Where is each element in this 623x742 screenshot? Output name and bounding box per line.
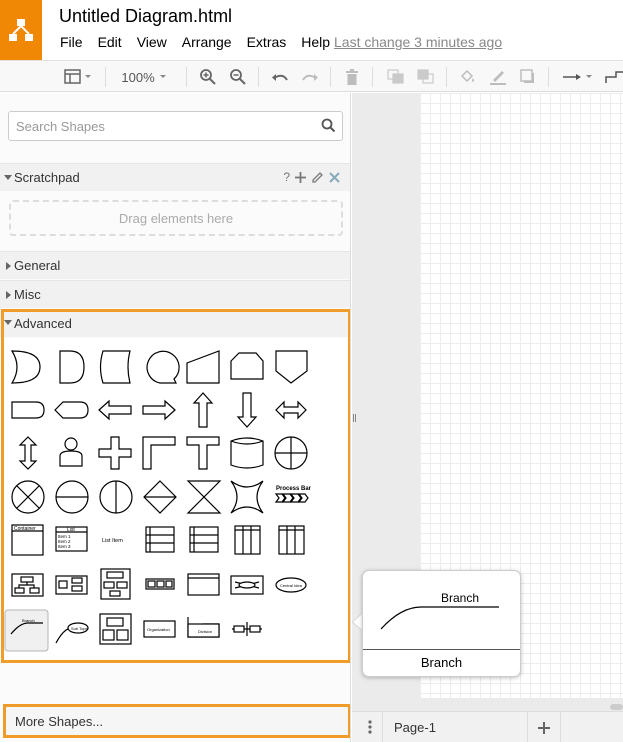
page-tab[interactable]: Page-1: [382, 712, 528, 742]
undo-icon: [272, 74, 288, 81]
zoom-out-button[interactable]: [226, 65, 250, 89]
menu-file[interactable]: File: [60, 34, 83, 50]
line-color-button[interactable]: [486, 65, 510, 89]
drawio-logo[interactable]: [0, 0, 42, 60]
toolbar: 100%: [0, 60, 623, 92]
scratchpad-actions: ?: [283, 170, 341, 184]
delete-button[interactable]: [340, 65, 364, 89]
connection-style-button[interactable]: [560, 65, 596, 89]
section-label: Scratchpad: [14, 170, 80, 185]
menu-arrange[interactable]: Arrange: [182, 34, 232, 50]
section-misc[interactable]: Misc: [0, 280, 350, 308]
help-icon[interactable]: ?: [283, 170, 290, 184]
line-color-icon: [490, 71, 506, 85]
fill-color-button[interactable]: [456, 65, 480, 89]
section-scratchpad[interactable]: Scratchpad ?: [0, 163, 350, 191]
edit-icon[interactable]: [311, 171, 324, 184]
zoom-in-button[interactable]: [196, 65, 220, 89]
shapes-sidebar: Scratchpad ? Drag elements here General …: [0, 93, 351, 742]
redo-button[interactable]: [298, 65, 322, 89]
add-page-button[interactable]: [528, 712, 561, 742]
zoom-in-icon: [200, 69, 216, 85]
app-header: Untitled Diagram.html File Edit View Arr…: [0, 0, 623, 60]
search-box: [8, 111, 343, 141]
to-back-icon: [417, 69, 434, 84]
chevron-down-icon: [159, 75, 166, 78]
zoom-dropdown[interactable]: 100%: [114, 65, 176, 89]
drawio-logo-icon: [9, 19, 33, 41]
to-front-button[interactable]: [384, 65, 408, 89]
expanded-triangle-icon: [4, 175, 12, 180]
page-tab-label: Page-1: [394, 720, 436, 735]
plus-icon: [538, 721, 550, 734]
undo-button[interactable]: [268, 65, 292, 89]
connection-icon: [563, 74, 592, 80]
collapsed-triangle-icon: [6, 262, 11, 270]
format-panel-icon: [64, 69, 91, 84]
shape-preview-tooltip: Branch Branch: [362, 570, 521, 677]
waypoints-button[interactable]: [604, 65, 623, 89]
shadow-icon: [520, 69, 534, 83]
zoom-out-icon: [230, 69, 246, 85]
zoom-level: 100%: [121, 69, 155, 85]
close-icon[interactable]: [328, 171, 341, 184]
menu-edit[interactable]: Edit: [98, 34, 122, 50]
section-label: General: [14, 258, 61, 273]
more-shapes-button[interactable]: More Shapes...: [3, 704, 350, 738]
redo-icon: [302, 74, 318, 81]
section-label: Misc: [14, 287, 41, 302]
sidebar-splitter-handle[interactable]: [353, 414, 356, 422]
tooltip-divider: [363, 649, 520, 650]
page-tabs-bar: Page-1: [352, 711, 623, 742]
tooltip-arrow: [353, 614, 362, 630]
more-vertical-icon: [368, 720, 372, 734]
advanced-highlight-frame: [1, 309, 350, 663]
pages-menu-button[interactable]: [368, 720, 372, 734]
format-panel-button[interactable]: [60, 65, 96, 89]
search-icon[interactable]: [321, 118, 336, 133]
waypoints-icon: [605, 71, 623, 83]
shadow-button[interactable]: [516, 65, 540, 89]
add-icon[interactable]: [294, 171, 307, 184]
section-general[interactable]: General: [0, 251, 350, 279]
collapsed-triangle-icon: [6, 291, 11, 299]
menu-bar: File Edit View Arrange Extras Help: [60, 34, 345, 50]
tooltip-label: Branch: [420, 655, 463, 670]
branch-preview: [380, 606, 499, 630]
app-window: Untitled Diagram.html File Edit View Arr…: [0, 0, 623, 742]
last-change-link[interactable]: Last change 3 minutes ago: [334, 34, 502, 50]
horizontal-scrollbar[interactable]: [610, 704, 623, 710]
delete-icon: [346, 69, 358, 85]
to-front-icon: [387, 69, 404, 84]
menu-extras[interactable]: Extras: [247, 34, 287, 50]
scratchpad-dropzone[interactable]: Drag elements here: [9, 200, 343, 236]
fill-color-icon: [460, 69, 474, 83]
menu-help[interactable]: Help: [301, 34, 330, 50]
to-back-button[interactable]: [414, 65, 438, 89]
search-input[interactable]: [9, 112, 299, 140]
document-title[interactable]: Untitled Diagram.html: [59, 6, 232, 27]
menu-view[interactable]: View: [137, 34, 167, 50]
tooltip-preview-text: Branch: [441, 591, 480, 605]
